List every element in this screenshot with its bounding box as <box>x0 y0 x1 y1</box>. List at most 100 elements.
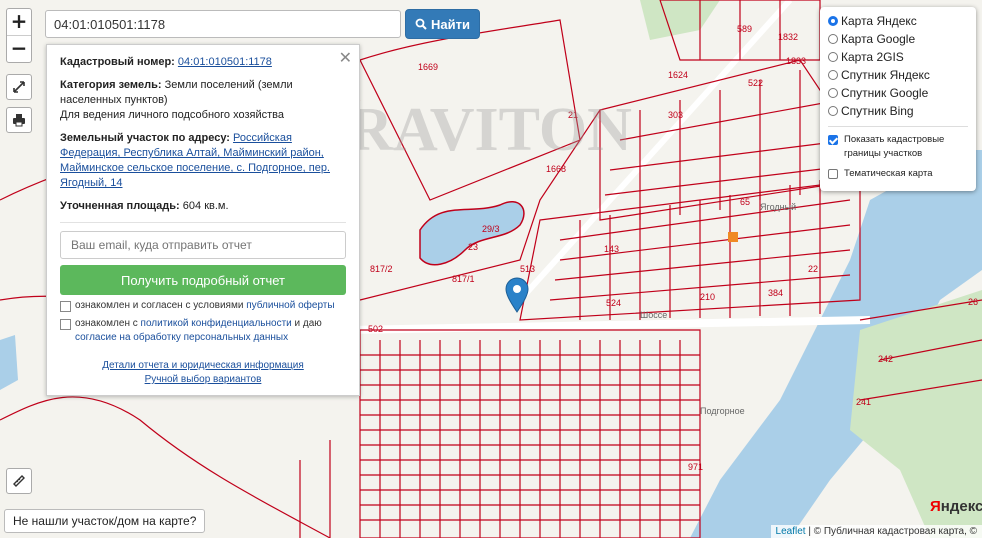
cadastral-borders-toggle[interactable]: Показать кадастровые границы участков <box>828 133 968 161</box>
offer-agreement: ознакомлен и согласен с условиями публич… <box>60 299 346 313</box>
layer-option-label: Карта Google <box>841 32 916 46</box>
land-usage-value: Для ведения личного подсобного хозяйства <box>60 109 284 121</box>
search-icon <box>415 18 427 30</box>
parcel-number: 29/3 <box>482 224 500 234</box>
manual-selection-link[interactable]: Ручной выбор вариантов <box>145 374 262 385</box>
personal-data-consent-link[interactable]: согласие на обработку персональных данны… <box>75 332 288 343</box>
parcel-number: 1669 <box>418 62 438 72</box>
search-button[interactable]: Найти <box>405 9 480 39</box>
parcel-number: 1624 <box>668 70 688 80</box>
layer-option-label: Карта Яндекс <box>841 14 917 28</box>
parcel-number: 242 <box>878 354 893 364</box>
fullscreen-icon <box>13 81 25 93</box>
cadastral-borders-label: Показать кадастровые границы участков <box>844 134 945 159</box>
zoom-in-button[interactable]: + <box>7 9 31 35</box>
zoom-out-button[interactable]: − <box>7 35 31 62</box>
layer-option-label: Спутник Яндекс <box>841 68 930 82</box>
place-label: Подгорное <box>700 406 745 416</box>
parcel-number: 522 <box>748 78 763 88</box>
not-found-button[interactable]: Не нашли участок/дом на карте? <box>4 509 206 533</box>
parcel-number: 1833 <box>786 56 806 66</box>
parcel-number: 502 <box>368 324 383 334</box>
parcel-number: 817/1 <box>452 274 475 284</box>
yandex-logo: Яндекс <box>930 498 982 515</box>
street-label: Ягодный <box>760 202 796 212</box>
ruler-icon <box>13 475 25 487</box>
parcel-number: 241 <box>856 397 871 407</box>
offer-agreement-text: ознакомлен и согласен с условиями <box>75 300 244 311</box>
parcel-number: 65 <box>740 197 750 207</box>
land-category-label: Категория земель: <box>60 79 162 91</box>
privacy-policy-link[interactable]: политикой конфиденциальности <box>141 318 292 329</box>
parcel-number: 210 <box>700 292 715 302</box>
parcel-number: 817/2 <box>370 264 393 274</box>
radio[interactable] <box>828 88 838 98</box>
parcel-number: 143 <box>604 244 619 254</box>
thematic-map-label: Тематическая карта <box>844 168 933 179</box>
layer-option-google-map[interactable]: Карта Google <box>828 30 968 48</box>
print-icon <box>13 114 25 127</box>
divider <box>60 222 346 223</box>
attribution-text: | © Публичная кадастровая карта, © <box>808 526 977 537</box>
fullscreen-button[interactable] <box>6 74 32 100</box>
privacy-agreement-text: ознакомлен с <box>75 318 138 329</box>
footer-links: Детали отчета и юридическая информация Р… <box>60 359 346 387</box>
thematic-map-toggle[interactable]: Тематическая карта <box>828 167 968 181</box>
area-value: 604 кв.м. <box>182 200 229 212</box>
cadastral-number-label: Кадастровый номер: <box>60 56 175 68</box>
privacy-agreement-mid: и даю <box>294 318 322 329</box>
layer-option-yandex-satellite[interactable]: Спутник Яндекс <box>828 66 968 84</box>
parcel-number: 589 <box>737 24 752 34</box>
address-label: Земельный участок по адресу: <box>60 132 230 144</box>
search-button-label: Найти <box>431 16 470 32</box>
close-icon[interactable]: ✕ <box>339 48 352 67</box>
email-field[interactable] <box>60 231 346 259</box>
street-label: Шоссе <box>640 310 667 320</box>
leaflet-link[interactable]: Leaflet <box>776 526 806 537</box>
offer-checkbox[interactable] <box>60 301 71 312</box>
layer-option-label: Спутник Bing <box>841 104 914 118</box>
parcel-number: 524 <box>606 298 621 308</box>
privacy-checkbox[interactable] <box>60 319 71 330</box>
zoom-control: + − <box>6 8 32 63</box>
layer-option-label: Карта 2GIS <box>841 50 904 64</box>
parcel-number: 1668 <box>546 164 566 174</box>
radio[interactable] <box>828 106 838 116</box>
cadastral-number-link[interactable]: 04:01:010501:1178 <box>178 56 272 68</box>
layer-option-google-satellite[interactable]: Спутник Google <box>828 84 968 102</box>
ruler-button[interactable] <box>6 468 32 494</box>
parcel-info-panel: ✕ Кадастровый номер: 04:01:010501:1178 К… <box>46 44 360 396</box>
radio[interactable] <box>828 34 838 44</box>
radio-selected[interactable] <box>828 16 838 26</box>
area-label: Уточненная площадь: <box>60 200 180 212</box>
parcel-number: 22 <box>808 264 818 274</box>
layer-option-bing-satellite[interactable]: Спутник Bing <box>828 102 968 120</box>
cadastral-borders-checkbox[interactable] <box>828 135 838 145</box>
cadastral-number-row: Кадастровый номер: 04:01:010501:1178 <box>60 55 346 70</box>
divider <box>828 126 968 127</box>
parcel-number: 26 <box>968 297 978 307</box>
print-button[interactable] <box>6 107 32 133</box>
area-row: Уточненная площадь: 604 кв.м. <box>60 199 346 214</box>
parcel-number: 1832 <box>778 32 798 42</box>
report-details-link[interactable]: Детали отчета и юридическая информация <box>102 360 304 371</box>
parcel-number: 303 <box>668 110 683 120</box>
thematic-map-checkbox[interactable] <box>828 169 838 179</box>
parcel-number: 23 <box>468 242 478 252</box>
map-attribution: Leaflet | © Публичная кадастровая карта,… <box>770 525 982 538</box>
privacy-agreement: ознакомлен с политикой конфиденциальност… <box>60 317 346 345</box>
cadastral-search-input[interactable] <box>45 10 401 38</box>
radio[interactable] <box>828 52 838 62</box>
parcel-number: 513 <box>520 264 535 274</box>
layers-panel: Карта Яндекс Карта Google Карта 2GIS Спу… <box>820 7 976 191</box>
layer-option-label: Спутник Google <box>841 86 929 100</box>
parcel-number: 384 <box>768 288 783 298</box>
parcel-number: 971 <box>688 462 703 472</box>
address-row: Земельный участок по адресу: Российская … <box>60 131 346 191</box>
radio[interactable] <box>828 70 838 80</box>
layer-option-yandex-map[interactable]: Карта Яндекс <box>828 12 968 30</box>
land-category-row: Категория земель: Земли поселений (земли… <box>60 78 346 123</box>
get-report-button[interactable]: Получить подробный отчет <box>60 265 346 295</box>
layer-option-2gis-map[interactable]: Карта 2GIS <box>828 48 968 66</box>
public-offer-link[interactable]: публичной оферты <box>246 300 334 311</box>
